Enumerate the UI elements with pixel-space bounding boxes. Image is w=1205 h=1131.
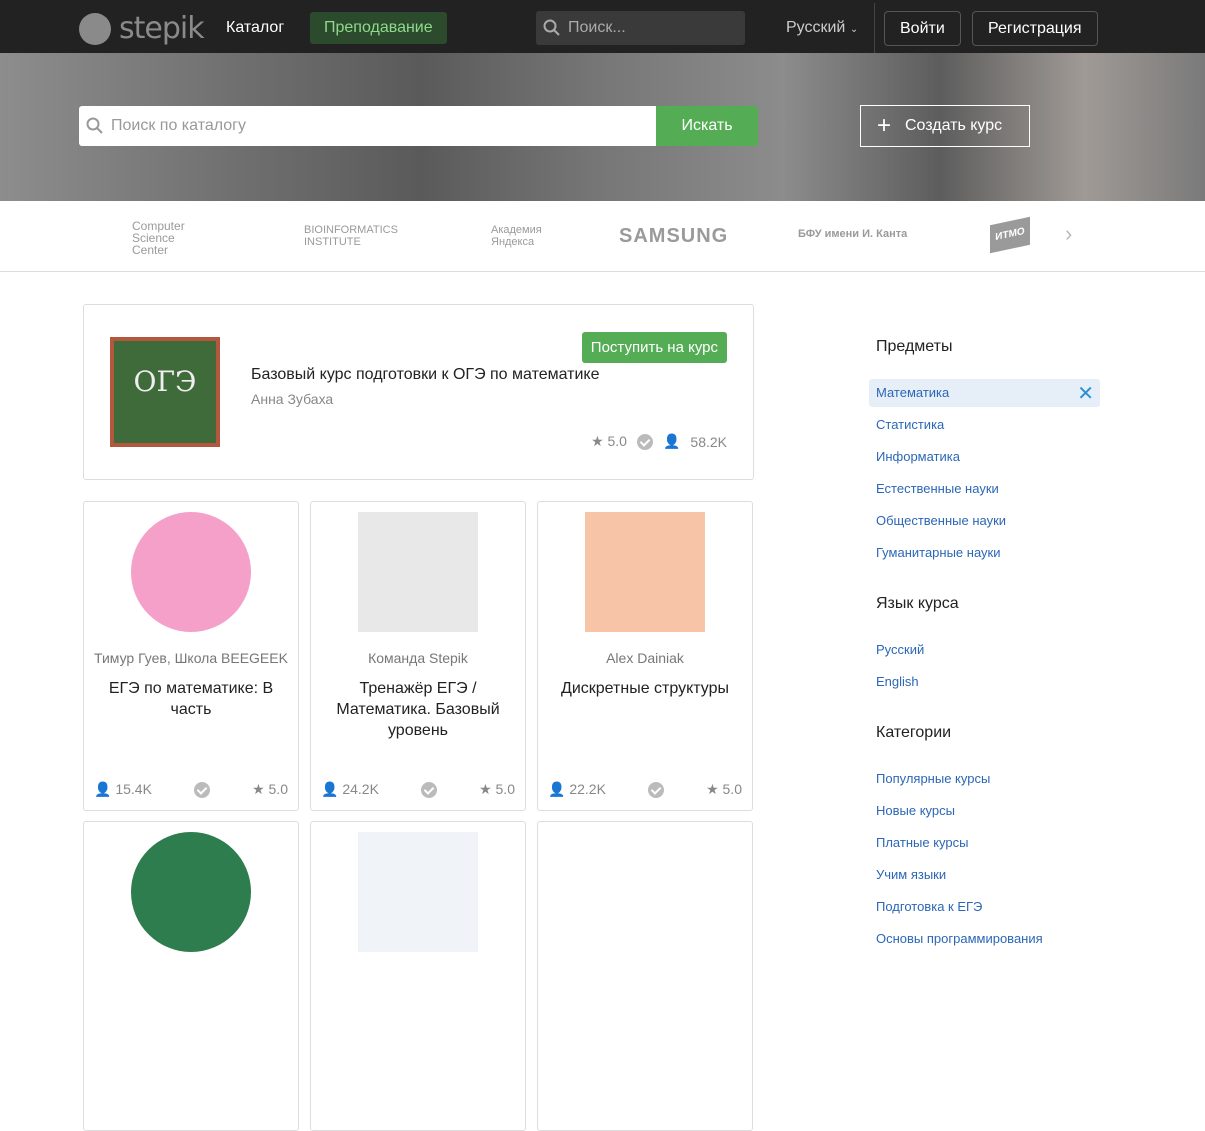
user-icon: 👤	[94, 781, 112, 797]
certificate-icon	[636, 433, 653, 450]
subject-math[interactable]: Математика	[876, 385, 949, 400]
course-card[interactable]: Тимур Гуев, Школа BEEGEEK ЕГЭ по математ…	[83, 501, 299, 811]
subject-informatics[interactable]: Информатика	[876, 449, 960, 464]
partner-logo-samsung[interactable]: SAMSUNG	[619, 226, 728, 246]
course-card[interactable]	[537, 821, 753, 1131]
partner-name: Академия Яндекса	[491, 224, 542, 248]
partner-name: ИТМО	[995, 225, 1025, 244]
partner-logo-csc[interactable]: Computer Science Center	[132, 220, 202, 256]
top-nav: stepik Каталог Преподавание Поиск... Рус…	[0, 0, 1205, 53]
language-label: Русский	[786, 19, 846, 36]
course-card[interactable]: Alex Dainiak Дискретные структуры 👤 22.2…	[537, 501, 753, 811]
course-cover	[585, 832, 705, 952]
user-icon: 👤	[321, 781, 339, 797]
certificate-icon	[194, 781, 210, 798]
subject-natural-sciences[interactable]: Естественные науки	[876, 481, 999, 496]
partner-name: BIOINFORMATICS INSTITUTE	[304, 224, 398, 248]
learners: 👤 22.2K	[548, 781, 606, 798]
plus-icon: +	[877, 112, 892, 139]
category-popular[interactable]: Популярные курсы	[876, 771, 990, 786]
course-title[interactable]: Дискретные структуры	[550, 678, 740, 699]
course-stats: 👤 15.4K ★ 5.0	[94, 781, 288, 798]
learners: 👤 15.4K	[94, 781, 152, 798]
logo-icon	[79, 12, 111, 45]
course-author[interactable]: Анна Зубаха	[251, 391, 333, 407]
partner-logo-itmo[interactable]: ИТМО	[990, 216, 1030, 254]
rating: ★ 5.0	[706, 781, 742, 797]
login-button[interactable]: Войти	[884, 11, 961, 46]
search-icon	[543, 19, 560, 36]
category-new[interactable]: Новые курсы	[876, 803, 955, 818]
subject-humanities[interactable]: Гуманитарные науки	[876, 545, 1000, 560]
user-icon: 👤	[662, 433, 681, 449]
language-dropdown[interactable]: Русский ⌄	[786, 19, 858, 37]
learners-count: 58.2K	[690, 433, 727, 450]
certificate-icon	[648, 781, 664, 798]
nav-catalog-link[interactable]: Каталог	[226, 19, 284, 37]
course-cover	[585, 512, 705, 632]
logo-text: stepik	[119, 11, 205, 46]
learners-count: 24.2K	[342, 781, 379, 797]
category-paid[interactable]: Платные курсы	[876, 835, 968, 850]
language-heading: Язык курса	[876, 595, 959, 612]
partner-logo-bioinformatics[interactable]: BIOINFORMATICS INSTITUTE	[270, 224, 410, 248]
stepik-logo[interactable]: stepik	[79, 11, 205, 46]
language-english[interactable]: English	[876, 674, 919, 689]
search-icon	[86, 117, 103, 134]
certificate-icon	[421, 781, 437, 798]
user-icon: 👤	[548, 781, 566, 797]
nav-search-input[interactable]: Поиск...	[536, 11, 745, 45]
partner-logo-yandex[interactable]: Академия Яндекса	[465, 224, 555, 248]
course-author[interactable]: Команда Stepik	[311, 650, 525, 666]
category-programming[interactable]: Основы программирования	[876, 931, 1043, 946]
nav-teach-button[interactable]: Преподавание	[310, 12, 447, 44]
create-course-button[interactable]: + Создать курс	[860, 105, 1030, 147]
course-cover	[131, 512, 251, 632]
partner-logo-bfu[interactable]: БФУ имени И. Канта	[798, 228, 907, 240]
course-stats: ★ 5.0 👤 58.2K	[591, 433, 727, 450]
category-languages[interactable]: Учим языки	[876, 867, 946, 882]
featured-course-card[interactable]: ОГЭ Поступить на курс Базовый курс подго…	[83, 304, 754, 480]
create-course-label: Создать курс	[905, 117, 1003, 134]
chevron-down-icon: ⌄	[849, 24, 859, 35]
divider	[874, 3, 875, 53]
course-author[interactable]: Alex Dainiak	[538, 650, 752, 666]
cover-text: ОГЭ	[133, 365, 197, 398]
categories-heading: Категории	[876, 724, 952, 741]
close-icon[interactable]: ✕	[1077, 381, 1094, 406]
course-card[interactable]	[310, 821, 526, 1131]
learners-count: 22.2K	[569, 781, 606, 797]
course-stats: 👤 22.2K ★ 5.0	[548, 781, 742, 798]
register-button[interactable]: Регистрация	[972, 11, 1098, 46]
course-cover	[131, 832, 251, 952]
category-ege[interactable]: Подготовка к ЕГЭ	[876, 899, 982, 914]
catalog-search-placeholder: Поиск по каталогу	[111, 117, 246, 134]
language-russian[interactable]: Русский	[876, 642, 924, 657]
course-stats: 👤 24.2K ★ 5.0	[321, 781, 515, 798]
course-cover	[358, 512, 478, 632]
rating: ★ 5.0	[252, 781, 288, 797]
hero-banner: Поиск по каталогу Искать + Создать курс	[0, 53, 1205, 201]
course-cover: ОГЭ	[110, 337, 220, 447]
rating: ★ 5.0	[479, 781, 515, 797]
course-card[interactable]	[83, 821, 299, 1131]
partners-carousel: Computer Science Center BIOINFORMATICS I…	[0, 201, 1205, 272]
enroll-button[interactable]: Поступить на курс	[581, 332, 727, 363]
course-card[interactable]: Команда Stepik Тренажёр ЕГЭ / Математика…	[310, 501, 526, 811]
subject-statistics[interactable]: Статистика	[876, 417, 944, 432]
catalog-search-input[interactable]: Поиск по каталогу	[79, 106, 657, 146]
search-placeholder: Поиск...	[568, 19, 626, 36]
course-cover	[358, 832, 478, 952]
course-title[interactable]: Базовый курс подготовки к ОГЭ по математ…	[251, 366, 600, 384]
learners-count: 15.4K	[115, 781, 152, 797]
learners: 👤 24.2K	[321, 781, 379, 798]
subjects-heading: Предметы	[876, 338, 953, 355]
course-title[interactable]: Тренажёр ЕГЭ / Математика. Базовый урове…	[323, 678, 513, 741]
course-title[interactable]: ЕГЭ по математике: В часть	[96, 678, 286, 720]
rating: ★ 5.0	[591, 433, 627, 449]
chevron-right-icon[interactable]: ›	[1065, 221, 1072, 247]
catalog-search-button[interactable]: Искать	[656, 106, 758, 146]
subject-social-sciences[interactable]: Общественные науки	[876, 513, 1006, 528]
course-author[interactable]: Тимур Гуев, Школа BEEGEEK	[84, 650, 298, 666]
